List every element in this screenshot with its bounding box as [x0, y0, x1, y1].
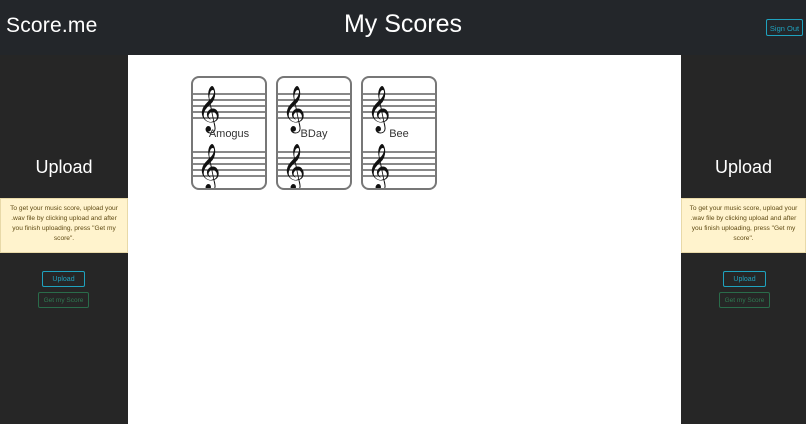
- score-name: Bee: [389, 128, 409, 140]
- svg-text:𝄞: 𝄞: [367, 144, 391, 190]
- upload-title: Upload: [35, 157, 93, 177]
- score-name: Amogus: [208, 128, 250, 140]
- right-upload-panel: Upload To get your music score, upload y…: [681, 55, 806, 424]
- upload-button[interactable]: Upload: [723, 271, 766, 287]
- page-title: My Scores: [343, 10, 463, 38]
- sign-out-button[interactable]: Sign Out: [766, 19, 803, 36]
- score-name: BDay: [300, 128, 328, 140]
- svg-text:𝄞: 𝄞: [197, 86, 221, 134]
- score-card[interactable]: 𝄞 𝄞 BDay: [276, 76, 352, 190]
- score-card[interactable]: 𝄞 𝄞 Bee: [361, 76, 437, 190]
- upload-instructions: To get your music score, upload your .wa…: [0, 198, 128, 253]
- get-my-score-button[interactable]: Get my Score: [38, 292, 89, 308]
- upload-instructions: To get your music score, upload your .wa…: [681, 198, 806, 253]
- svg-text:𝄞: 𝄞: [282, 144, 306, 190]
- scores-grid: 𝄞 𝄞 Amogus 𝄞 𝄞 BDay 𝄞 𝄞 Bee: [128, 55, 681, 424]
- get-my-score-button[interactable]: Get my Score: [719, 292, 770, 308]
- svg-text:𝄞: 𝄞: [282, 86, 306, 134]
- top-navbar: Score.me My Scores Sign Out: [0, 0, 806, 55]
- svg-text:𝄞: 𝄞: [197, 144, 221, 190]
- svg-text:𝄞: 𝄞: [367, 86, 391, 134]
- score-card[interactable]: 𝄞 𝄞 Amogus: [191, 76, 267, 190]
- upload-title: Upload: [714, 157, 773, 177]
- upload-button[interactable]: Upload: [42, 271, 85, 287]
- left-upload-panel: Upload To get your music score, upload y…: [0, 55, 128, 424]
